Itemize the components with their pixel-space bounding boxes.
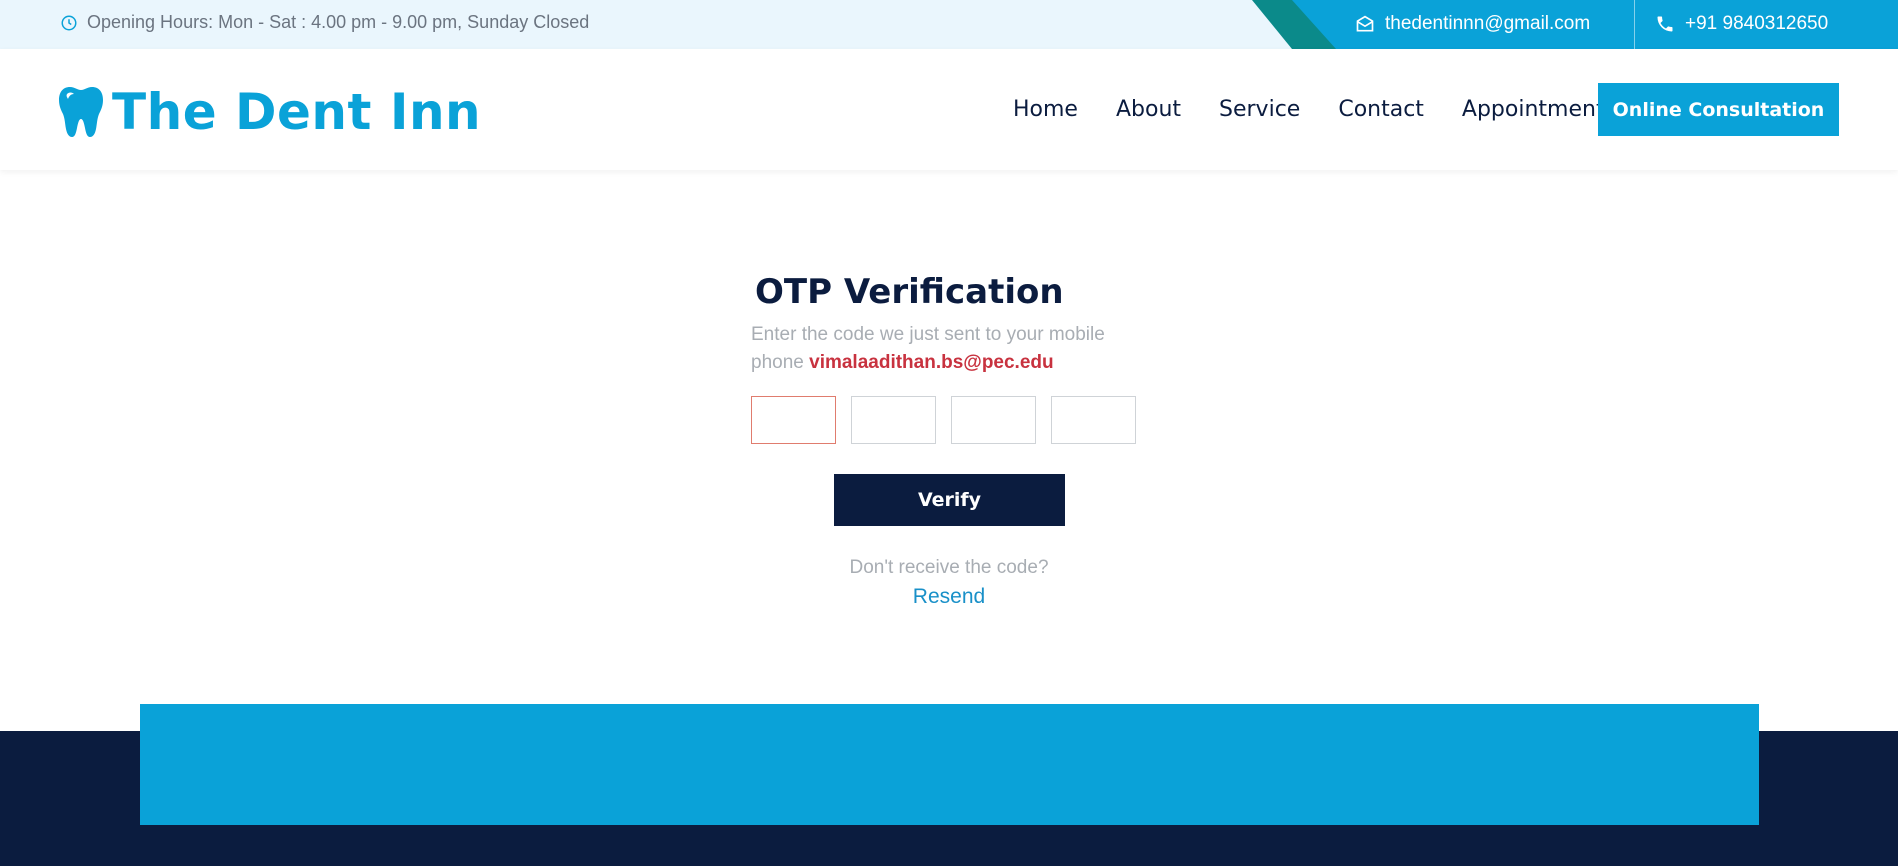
phone-text: +91 9840312650 bbox=[1685, 12, 1829, 34]
online-consultation-button[interactable]: Online Consultation bbox=[1598, 83, 1839, 136]
otp-digit-4[interactable] bbox=[1051, 396, 1136, 444]
nav-appointment[interactable]: Appointment bbox=[1462, 97, 1605, 122]
main-nav: Home About Service Contact Appointment bbox=[1013, 49, 1605, 170]
email-link[interactable]: thedentinnn@gmail.com bbox=[1355, 0, 1590, 47]
nav-contact[interactable]: Contact bbox=[1338, 97, 1424, 122]
otp-digit-3[interactable] bbox=[951, 396, 1036, 444]
otp-inputs bbox=[751, 396, 1136, 444]
top-bar: Opening Hours: Mon - Sat : 4.00 pm - 9.0… bbox=[0, 0, 1898, 49]
nav-about[interactable]: About bbox=[1116, 97, 1181, 122]
phone-icon bbox=[1657, 16, 1673, 31]
site-header: The Dent Inn Home About Service Contact … bbox=[0, 49, 1898, 170]
phone-link[interactable]: +91 9840312650 bbox=[1655, 0, 1828, 47]
resend-link[interactable]: Resend bbox=[0, 585, 1898, 609]
brand-name: The Dent Inn bbox=[112, 83, 482, 141]
email-text: thedentinnn@gmail.com bbox=[1385, 12, 1591, 34]
opening-hours-text: Opening Hours: Mon - Sat : 4.00 pm - 9.0… bbox=[87, 12, 590, 32]
topbar-divider bbox=[1634, 0, 1635, 49]
nav-home[interactable]: Home bbox=[1013, 97, 1078, 122]
otp-target-email: vimalaadithan.bs@pec.edu bbox=[809, 352, 1054, 373]
page-title: OTP Verification bbox=[755, 272, 1064, 312]
resend-label[interactable]: Resend bbox=[913, 585, 985, 608]
envelope-open-icon bbox=[1356, 15, 1374, 31]
otp-digit-2[interactable] bbox=[851, 396, 936, 444]
otp-digit-1[interactable] bbox=[751, 396, 836, 444]
otp-instructions: Enter the code we just sent to your mobi… bbox=[751, 321, 1131, 377]
opening-hours: Opening Hours: Mon - Sat : 4.00 pm - 9.0… bbox=[60, 0, 589, 45]
footer-banner bbox=[140, 704, 1759, 825]
no-code-text: Don't receive the code? bbox=[849, 557, 1049, 578]
clock-icon bbox=[61, 15, 77, 30]
nav-service[interactable]: Service bbox=[1219, 97, 1300, 122]
verify-button[interactable]: Verify bbox=[834, 474, 1065, 526]
tooth-icon bbox=[59, 87, 103, 137]
logo[interactable]: The Dent Inn bbox=[58, 83, 481, 141]
